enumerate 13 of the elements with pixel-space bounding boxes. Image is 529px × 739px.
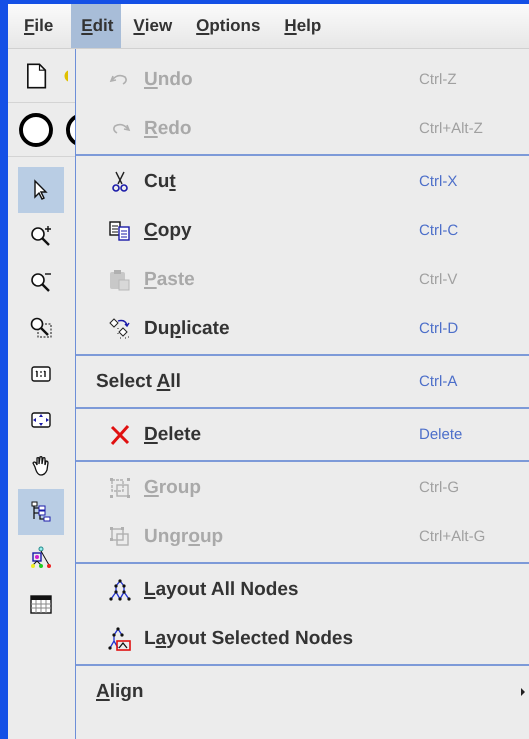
menu-title[interactable]: Help (278, 4, 334, 48)
menu-title[interactable]: View (127, 4, 184, 48)
menu-item[interactable]: Layout Selected Nodes (76, 614, 529, 663)
menu-item[interactable]: Copy Ctrl-C (76, 206, 529, 255)
menu-item[interactable]: Duplicate Ctrl-D (76, 304, 529, 353)
menu-title[interactable]: File (18, 4, 66, 48)
menu-item[interactable]: Cut Ctrl-X (76, 157, 529, 206)
menu-item[interactable]: Delete Delete (76, 410, 529, 459)
menu-item[interactable]: Align (76, 667, 529, 716)
menu-item[interactable]: Layout All Nodes (76, 565, 529, 614)
menu-title[interactable]: Edit (71, 4, 122, 48)
menu-title[interactable]: Options (190, 4, 272, 48)
menu-item[interactable]: Select All Ctrl-A (76, 357, 529, 406)
